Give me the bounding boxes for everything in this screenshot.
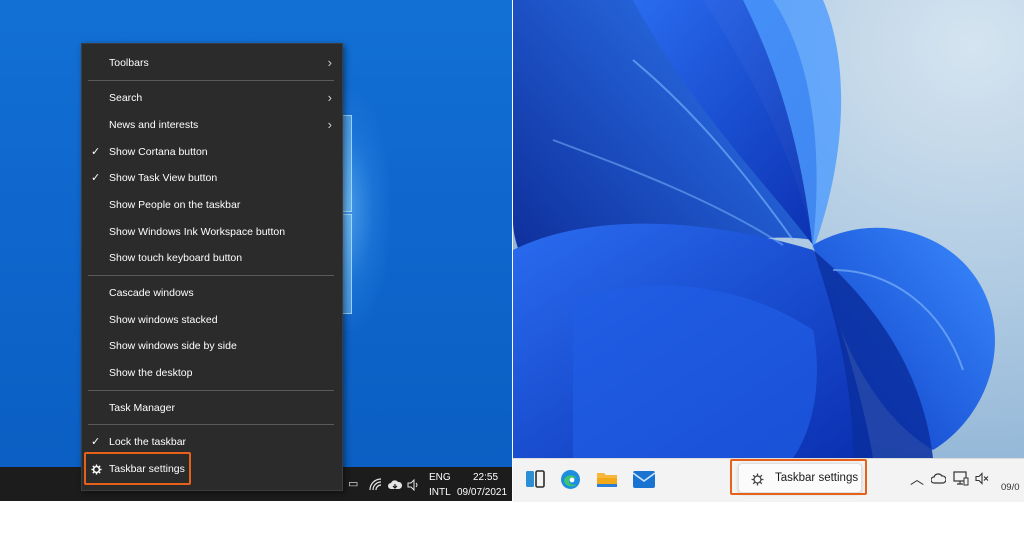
menu-item-label: Cascade windows [109, 287, 194, 299]
menu-item-show-task-view-button[interactable]: ✓ Show Task View button [82, 166, 342, 190]
menu-item-show-windows-side-by-side[interactable]: Show windows side by side [82, 334, 342, 358]
file-explorer-icon[interactable] [596, 470, 618, 494]
submenu-arrow-icon: › [327, 117, 332, 132]
menu-separator [88, 80, 334, 81]
mute-icon[interactable] [975, 472, 989, 515]
mail-icon[interactable] [632, 471, 656, 493]
highlight-box-win11 [730, 459, 867, 495]
menu-item-label: Toolbars [109, 57, 149, 69]
submenu-arrow-icon: › [327, 90, 332, 105]
menu-item-label: Search [109, 92, 143, 104]
language-indicator-line1[interactable]: ENG [429, 472, 451, 484]
menu-item-show-the-desktop[interactable]: Show the desktop [82, 361, 342, 385]
clock-date[interactable]: 09/07/2021 [457, 487, 507, 499]
menu-separator [88, 275, 334, 276]
onedrive-icon[interactable] [388, 467, 403, 501]
menu-item-show-people[interactable]: Show People on the taskbar [82, 193, 342, 217]
menu-item-news-and-interests[interactable]: News and interests › [82, 113, 342, 137]
keyboard-icon[interactable]: ▭ [348, 467, 358, 501]
checkmark-icon: ✓ [91, 172, 101, 184]
highlight-box-win10 [84, 452, 191, 485]
edge-icon[interactable] [560, 469, 581, 495]
taskbar-context-menu: Toolbars › Search › News and interests ›… [81, 43, 343, 491]
menu-item-lock-the-taskbar[interactable]: ✓ Lock the taskbar [82, 430, 342, 454]
menu-item-search[interactable]: Search › [82, 86, 342, 110]
bloom-wallpaper [513, 0, 1024, 458]
menu-item-label: Show People on the taskbar [109, 199, 241, 211]
language-indicator-line2[interactable]: INTL [429, 487, 451, 499]
windows-logo-pane-bottom [342, 214, 352, 314]
menu-item-show-windows-stacked[interactable]: Show windows stacked [82, 308, 342, 332]
menu-separator [88, 390, 334, 391]
menu-item-label: Show touch keyboard button [109, 252, 243, 264]
menu-item-show-touch-keyboard[interactable]: Show touch keyboard button [82, 246, 342, 270]
menu-item-task-manager[interactable]: Task Manager [82, 396, 342, 420]
menu-item-label: Show windows stacked [109, 314, 218, 326]
menu-item-label: Show windows side by side [109, 340, 237, 352]
windows-logo-pane-top [342, 115, 352, 212]
menu-item-label: Lock the taskbar [109, 436, 187, 448]
checkmark-icon: ✓ [91, 146, 101, 158]
menu-item-show-cortana-button[interactable]: ✓ Show Cortana button [82, 140, 342, 164]
submenu-arrow-icon: › [327, 55, 332, 70]
menu-item-label: Task Manager [109, 402, 175, 414]
menu-item-label: Show Cortana button [109, 146, 208, 158]
menu-item-show-windows-ink[interactable]: Show Windows Ink Workspace button [82, 220, 342, 244]
checkmark-icon: ✓ [91, 436, 101, 448]
network-icon[interactable] [369, 467, 382, 501]
task-view-icon[interactable] [525, 469, 545, 494]
menu-item-label: Show Task View button [109, 172, 218, 184]
menu-item-label: Show the desktop [109, 367, 193, 379]
menu-item-label: Show Windows Ink Workspace button [109, 226, 286, 238]
clock-partial[interactable]: 09/0 [1001, 481, 1020, 524]
onedrive-icon[interactable] [930, 473, 947, 516]
menu-item-label: News and interests [109, 119, 199, 131]
network-icon[interactable] [953, 471, 969, 514]
chevron-up-icon[interactable]: ︿ [910, 458, 924, 501]
volume-icon[interactable] [407, 467, 420, 501]
windows11-desktop [513, 0, 1024, 458]
menu-separator [88, 424, 334, 425]
clock-time[interactable]: 22:55 [473, 472, 498, 484]
menu-item-toolbars[interactable]: Toolbars › [82, 51, 342, 75]
menu-item-cascade-windows[interactable]: Cascade windows [82, 281, 342, 305]
